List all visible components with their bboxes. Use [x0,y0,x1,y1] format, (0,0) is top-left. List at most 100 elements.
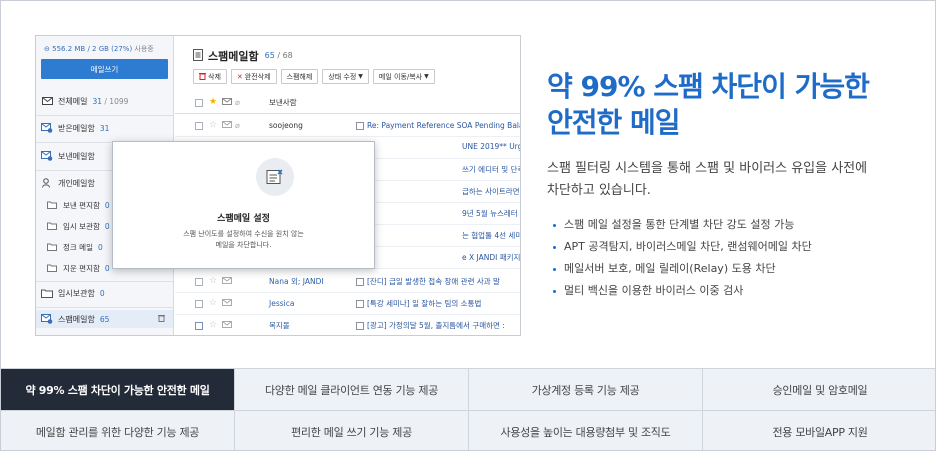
preview-icon[interactable] [356,277,364,286]
folder-sent[interactable]: 보낸메일함 [41,147,95,165]
mail-sender: Jessica [269,299,295,308]
row-checkbox[interactable] [195,121,203,130]
trash-icon[interactable] [158,314,165,324]
feature-bullet: 스팸 메일 설정을 통한 단계별 차단 강도 설정 가능 [553,214,812,236]
move-copy-dropdown[interactable]: 메일 이동/복사 ▼ [372,69,435,84]
mail-list-header: ★ ⌀ 보낸사람 [175,92,520,114]
preview-icon[interactable] [356,299,364,308]
preview-icon[interactable] [356,321,364,330]
folder-sent-box[interactable]: 보낸 편지함 0 [46,196,110,214]
mail-subject[interactable]: [특강 세미나] 일 잘하는 팀의 소통법 [356,298,481,309]
mail-row[interactable]: ☆ Nana 외; JANDI [잔디] 급일 발생한 접속 장애 관련 사과 … [175,271,520,293]
mail-subject-partial[interactable]: 급하는 사이트라면? SS [462,186,520,197]
sidebar-divider [36,307,173,308]
folder-deleted[interactable]: 지운 편지함 0 [46,259,110,277]
quota-label: 사용중 [134,45,154,53]
document-icon [193,46,203,65]
folder-label: 전체메일 [58,96,88,106]
star-icon[interactable]: ☆ [209,299,218,308]
folder-count: 0 [104,200,110,210]
chevron-down-icon: ▼ [358,73,363,80]
folder-count: 31 / 1099 [92,96,129,106]
mail-subject-partial[interactable]: 9년 5월 뉴스레터 [462,208,518,219]
trash-icon [199,72,206,82]
unspam-button[interactable]: 스팸해제 [280,69,319,84]
folder-icon [46,263,58,273]
folder-title-row: 스팸메일함 65 / 68 [193,46,293,65]
tab-mail-client[interactable]: 다양한 메일 클라이언트 연동 기능 제공 [235,369,469,411]
feature-bullet: 메일서버 보호, 메일 릴레이(Relay) 도용 차단 [553,258,812,280]
folder-label: 보낸 편지함 [63,200,100,210]
sender-column-header: 보낸사람 [269,98,297,107]
folder-count: 65 [99,314,110,324]
paperclip-icon: ⌀ [235,98,240,107]
sent-mail-icon [41,151,53,161]
envelope-icon [41,96,53,106]
feature-bullet: APT 공격탐지, 바이러스메일 차단, 랜섬웨어메일 차단 [553,236,812,258]
folder-count: 31 [99,123,110,133]
folder-spam[interactable]: 스팸메일함 65 [36,310,173,328]
feature-description: 스팸 필터링 시스템을 통해 스팸 및 바이러스 유입을 사전에 차단하고 있습… [547,161,868,198]
mail-subject[interactable]: [광고] 가정의달 5월, 졸지틈에서 구매하면 : [356,320,505,331]
mail-subject-partial[interactable]: e X JANDI 패키지 할인 [462,252,520,263]
folder-personal[interactable]: 개인메일함 [41,174,95,192]
sidebar-divider [36,281,173,282]
mail-subject-partial[interactable]: UNE 2019** Urgent! [462,142,520,151]
folder-temp-storage[interactable]: 임시 보관함 0 [46,217,110,235]
storage-quota: ⊖ 556.2 MB / 2 GB (27%) 사용중 [44,44,154,54]
star-icon[interactable]: ☆ [209,321,218,330]
mail-app-screenshot: ⊖ 556.2 MB / 2 GB (27%) 사용중 메일쓰기 전체메일 31… [35,35,521,336]
page-frame: ⊖ 556.2 MB / 2 GB (27%) 사용중 메일쓰기 전체메일 31… [0,0,936,451]
folder-inbox[interactable]: 받은메일함 31 [41,119,109,137]
close-icon: ✕ [236,72,243,81]
mail-subject-partial[interactable]: 는 협업툴 4선 세미나 [462,230,520,241]
folder-title-count: 65 / 68 [264,51,293,60]
star-icon[interactable]: ☆ [209,121,218,130]
tab-mail-writing[interactable]: 편리한 메일 쓰기 기능 제공 [235,411,469,450]
feature-bullet-list: 스팸 메일 설정을 통한 단계별 차단 강도 설정 가능 APT 공격탐지, 바… [553,214,812,302]
mail-row[interactable]: ☆ Jessica [특강 세미나] 일 잘하는 팀의 소통법 [175,293,520,315]
permanent-delete-button[interactable]: ✕ 완전삭제 [230,69,277,84]
row-checkbox[interactable] [195,299,203,308]
preview-icon[interactable] [356,121,364,130]
tab-virtual-account[interactable]: 가상계정 등록 기능 제공 [469,369,703,411]
star-icon[interactable]: ☆ [209,277,218,286]
feature-tabs: 약 99% 스팸 차단이 가능한 안전한 메일 다양한 메일 클라이언트 연동 … [1,368,935,450]
folder-junk[interactable]: 정크 메일 0 [46,238,103,256]
envelope-icon [222,277,232,286]
tab-spam-blocking[interactable]: 약 99% 스팸 차단이 가능한 안전한 메일 [1,369,235,411]
folder-label: 보낸메일함 [58,151,95,161]
tab-large-attachment[interactable]: 사용성을 높이는 대용량첨부 및 조직도 [469,411,703,450]
delete-button[interactable]: 삭제 [193,69,227,84]
row-checkbox[interactable] [195,321,203,330]
status-dropdown[interactable]: 상태 수정 ▼ [322,69,369,84]
tab-approval-encryption[interactable]: 승인메일 및 암호메일 [703,369,935,411]
compose-button[interactable]: 메일쓰기 [41,59,168,79]
quota-usage-icon: ⊖ [44,45,50,53]
folder-drafts[interactable]: 임시보관함 0 [41,284,105,302]
folder-label: 임시보관함 [58,288,95,298]
mail-sender: soojeong [269,121,303,130]
spam-mail-icon [41,314,53,324]
row-checkbox[interactable] [195,277,203,286]
bullet-dot-icon [553,267,556,271]
mail-row[interactable]: ☆ ⌀ soojeong Re: Payment Reference SOA P… [175,115,520,137]
select-all-checkbox[interactable] [195,98,203,107]
folder-label: 개인메일함 [58,178,95,188]
mail-subject-partial[interactable]: 쓰기 에디터 및 단축키 기 [462,164,520,175]
spam-settings-icon [256,158,294,196]
folder-count: 0 [99,288,105,298]
envelope-icon [222,98,232,107]
folder-count: 0 [104,263,110,273]
feature-bullet: 멀티 백신을 이용한 바이러스 이중 검사 [553,280,812,302]
mail-subject[interactable]: [잔디] 급일 발생한 접속 장애 관련 사과 말 [356,276,500,287]
mail-row[interactable]: ☆ 복지몰 [광고] 가정의달 5월, 졸지틈에서 구매하면 : [175,315,520,335]
folder-all-mail[interactable]: 전체메일 31 / 1099 [41,92,128,110]
mail-toolbar: 삭제 ✕ 완전삭제 스팸해제 상태 수정 ▼ 메일 이동/복사 ▼ [193,69,435,84]
mail-subject[interactable]: Re: Payment Reference SOA Pending Balan [356,121,520,130]
tab-mailbox-management[interactable]: 메일함 관리를 위한 다양한 기능 제공 [1,411,235,450]
folder-label: 스팸메일함 [58,314,95,324]
star-icon[interactable]: ★ [209,98,218,107]
spam-settings-popup: 스팸메일 설정 스팸 난이도를 설정하여 수신을 원치 않는 메일을 차단합니다… [112,141,375,269]
tab-mobile-app[interactable]: 전용 모바일APP 지원 [703,411,935,450]
